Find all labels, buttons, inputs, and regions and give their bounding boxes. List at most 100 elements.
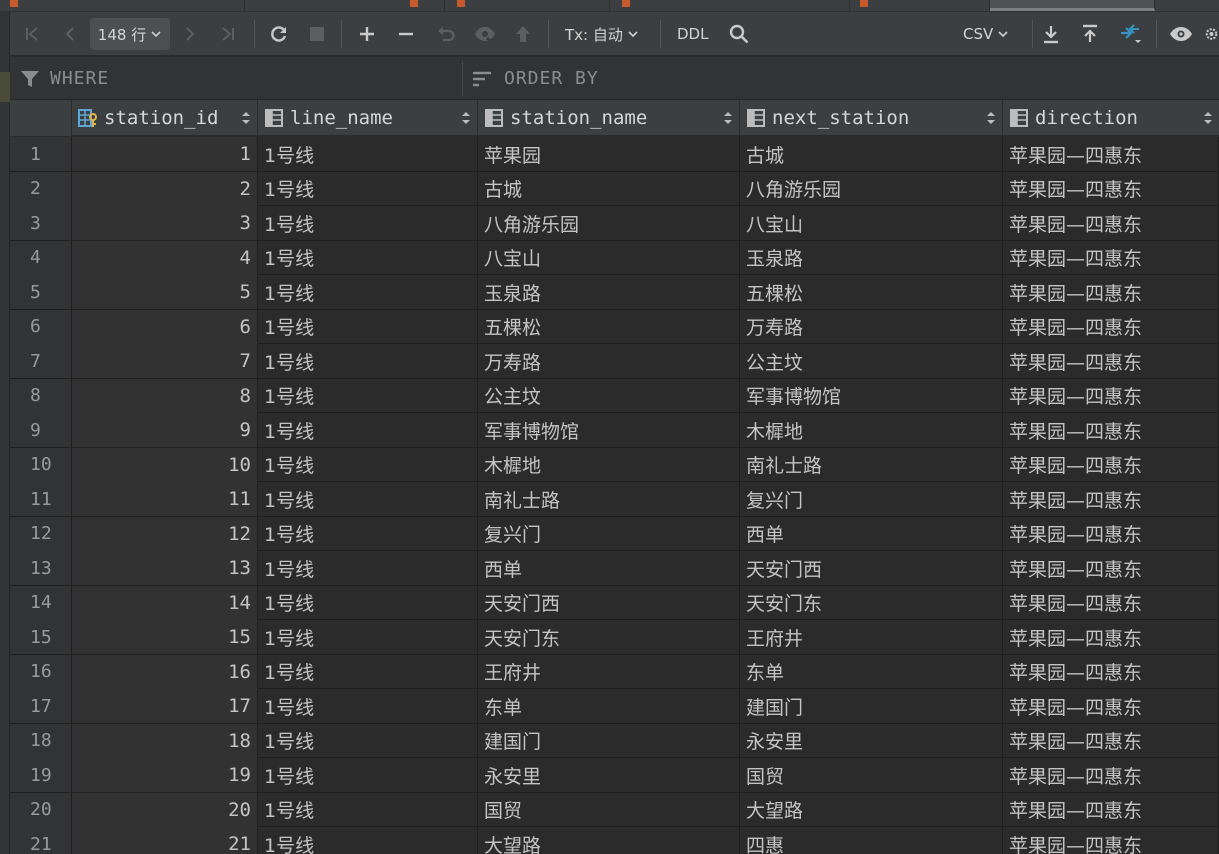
table-row[interactable]: 16 16 1号线 王府井 东单 苹果园—四惠东 [10, 654, 1219, 689]
editor-tab[interactable] [850, 0, 990, 11]
cell-station-name[interactable]: 万寿路 [478, 344, 740, 378]
cell-station-name[interactable]: 永安里 [478, 758, 740, 792]
cell-station-name[interactable]: 苹果园 [478, 137, 740, 171]
cell-station-id[interactable]: 7 [72, 344, 258, 378]
row-number[interactable]: 7 [10, 344, 72, 378]
cell-direction[interactable]: 苹果园—四惠东 [1003, 344, 1219, 378]
cell-station-id[interactable]: 19 [72, 758, 258, 792]
cell-station-id[interactable]: 8 [72, 378, 258, 413]
cell-station-name[interactable]: 天安门西 [478, 585, 740, 620]
cell-station-name[interactable]: 八角游乐园 [478, 206, 740, 240]
cell-station-name[interactable]: 建国门 [478, 723, 740, 758]
row-number[interactable]: 15 [10, 620, 72, 654]
row-number[interactable]: 10 [10, 447, 72, 482]
cell-station-name[interactable]: 国贸 [478, 792, 740, 827]
table-row[interactable]: 8 8 1号线 公主坟 军事博物馆 苹果园—四惠东 [10, 378, 1219, 413]
cell-next-station[interactable]: 永安里 [740, 723, 1003, 758]
cell-line-name[interactable]: 1号线 [258, 758, 478, 792]
cell-line-name[interactable]: 1号线 [258, 344, 478, 378]
cell-direction[interactable]: 苹果园—四惠东 [1003, 620, 1219, 654]
cell-station-name[interactable]: 南礼士路 [478, 482, 740, 516]
compare-icon[interactable] [1116, 18, 1144, 50]
first-page-icon[interactable] [20, 18, 44, 50]
cell-next-station[interactable]: 南礼士路 [740, 447, 1003, 482]
cell-station-id[interactable]: 21 [72, 827, 258, 854]
table-row[interactable]: 3 3 1号线 八角游乐园 八宝山 苹果园—四惠东 [10, 206, 1219, 241]
cell-next-station[interactable]: 东单 [740, 654, 1003, 689]
table-row[interactable]: 7 7 1号线 万寿路 公主坟 苹果园—四惠东 [10, 344, 1219, 379]
row-count-dropdown[interactable]: 148 行 [90, 18, 170, 50]
cell-line-name[interactable]: 1号线 [258, 171, 478, 206]
table-row[interactable]: 21 21 1号线 大望路 四惠 苹果园—四惠东 [10, 827, 1219, 854]
editor-tab[interactable] [0, 0, 245, 11]
cell-direction[interactable]: 苹果园—四惠东 [1003, 689, 1219, 723]
cell-station-id[interactable]: 16 [72, 654, 258, 689]
cell-direction[interactable]: 苹果园—四惠东 [1003, 309, 1219, 344]
cell-next-station[interactable]: 八角游乐园 [740, 171, 1003, 206]
cell-direction[interactable]: 苹果园—四惠东 [1003, 792, 1219, 827]
cell-station-id[interactable]: 4 [72, 240, 258, 275]
sort-arrows-icon[interactable] [986, 100, 996, 136]
cell-next-station[interactable]: 建国门 [740, 689, 1003, 723]
cell-next-station[interactable]: 八宝山 [740, 206, 1003, 240]
cell-next-station[interactable]: 大望路 [740, 792, 1003, 827]
cell-station-id[interactable]: 17 [72, 689, 258, 723]
cell-line-name[interactable]: 1号线 [258, 792, 478, 827]
cell-station-name[interactable]: 八宝山 [478, 240, 740, 275]
cell-direction[interactable]: 苹果园—四惠东 [1003, 516, 1219, 551]
cell-station-id[interactable]: 5 [72, 275, 258, 309]
cell-station-id[interactable]: 18 [72, 723, 258, 758]
cell-line-name[interactable]: 1号线 [258, 378, 478, 413]
cell-station-name[interactable]: 王府井 [478, 654, 740, 689]
cell-station-id[interactable]: 11 [72, 482, 258, 516]
table-row[interactable]: 2 2 1号线 古城 八角游乐园 苹果园—四惠东 [10, 171, 1219, 206]
row-number[interactable]: 13 [10, 551, 72, 585]
row-number[interactable]: 16 [10, 654, 72, 689]
column-header-next-station[interactable]: next_station [740, 100, 1003, 136]
cell-station-id[interactable]: 20 [72, 792, 258, 827]
cell-station-name[interactable]: 西单 [478, 551, 740, 585]
cell-station-name[interactable]: 公主坟 [478, 378, 740, 413]
prev-page-icon[interactable] [58, 18, 82, 50]
row-number[interactable]: 1 [10, 137, 72, 171]
cell-line-name[interactable]: 1号线 [258, 516, 478, 551]
cell-station-id[interactable]: 14 [72, 585, 258, 620]
cell-direction[interactable]: 苹果园—四惠东 [1003, 827, 1219, 854]
table-row[interactable]: 5 5 1号线 玉泉路 五棵松 苹果园—四惠东 [10, 275, 1219, 310]
cell-line-name[interactable]: 1号线 [258, 585, 478, 620]
where-filter[interactable]: WHERE [20, 57, 109, 100]
cell-station-name[interactable]: 天安门东 [478, 620, 740, 654]
cell-next-station[interactable]: 木樨地 [740, 413, 1003, 447]
row-number[interactable]: 2 [10, 171, 72, 206]
column-header-station-id[interactable]: station_id [72, 100, 258, 136]
row-number[interactable]: 21 [10, 827, 72, 854]
cell-station-id[interactable]: 3 [72, 206, 258, 240]
editor-tab[interactable] [610, 0, 850, 11]
cell-direction[interactable]: 苹果园—四惠东 [1003, 482, 1219, 516]
cell-direction[interactable]: 苹果园—四惠东 [1003, 413, 1219, 447]
table-row[interactable]: 10 10 1号线 木樨地 南礼士路 苹果园—四惠东 [10, 447, 1219, 482]
table-row[interactable]: 14 14 1号线 天安门西 天安门东 苹果园—四惠东 [10, 585, 1219, 620]
cell-direction[interactable]: 苹果园—四惠东 [1003, 585, 1219, 620]
table-row[interactable]: 6 6 1号线 五棵松 万寿路 苹果园—四惠东 [10, 309, 1219, 344]
ddl-button[interactable]: DDL [677, 18, 708, 50]
cell-line-name[interactable]: 1号线 [258, 620, 478, 654]
preview-pending-icon[interactable] [471, 18, 499, 50]
cell-line-name[interactable]: 1号线 [258, 827, 478, 854]
sort-arrows-icon[interactable] [461, 100, 471, 136]
cell-direction[interactable]: 苹果园—四惠东 [1003, 275, 1219, 309]
cell-station-id[interactable]: 9 [72, 413, 258, 447]
eye-icon[interactable] [1167, 18, 1195, 50]
cell-direction[interactable]: 苹果园—四惠东 [1003, 758, 1219, 792]
submit-icon[interactable] [510, 18, 536, 50]
order-by-filter[interactable]: ORDER BY [472, 57, 599, 100]
row-number[interactable]: 19 [10, 758, 72, 792]
table-row[interactable]: 4 4 1号线 八宝山 玉泉路 苹果园—四惠东 [10, 240, 1219, 275]
stop-icon[interactable] [304, 18, 330, 50]
sort-arrows-icon[interactable] [723, 100, 733, 136]
cell-station-name[interactable]: 军事博物馆 [478, 413, 740, 447]
row-number[interactable]: 18 [10, 723, 72, 758]
export-format-dropdown[interactable]: CSV [963, 18, 1009, 50]
table-row[interactable]: 17 17 1号线 东单 建国门 苹果园—四惠东 [10, 689, 1219, 724]
cell-line-name[interactable]: 1号线 [258, 654, 478, 689]
